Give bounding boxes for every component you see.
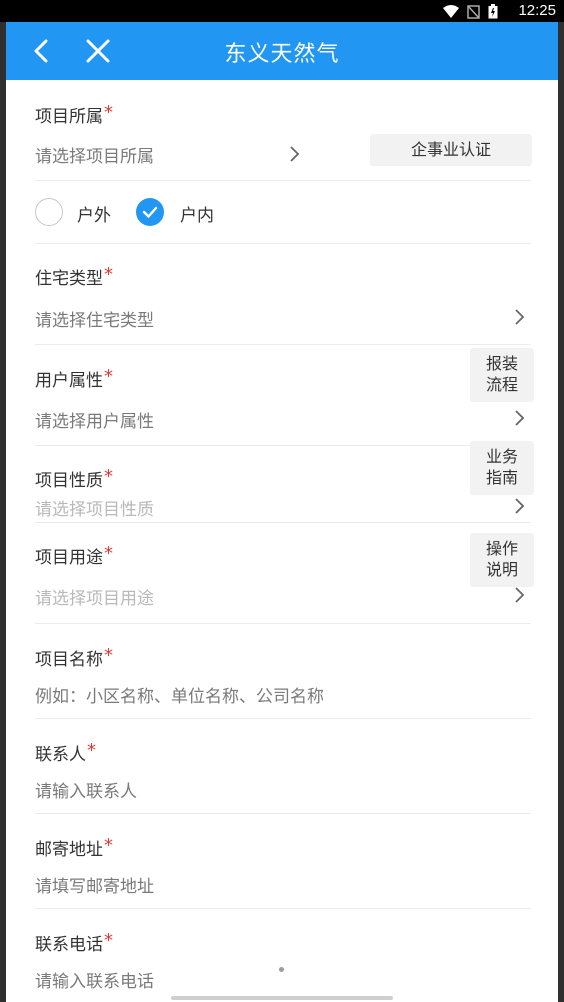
status-bar: 12:25	[0, 0, 564, 22]
home-indicator[interactable]	[171, 996, 393, 1000]
project-name-input[interactable]: 例如：小区名称、单位名称、公司名称	[35, 682, 531, 707]
radio-label-indoor: 户内	[180, 206, 214, 226]
project-belong-placeholder: 请选择项目所属	[35, 147, 154, 167]
phone-label: 联系电话*	[35, 930, 113, 955]
operation-guide-line2: 说明	[485, 560, 518, 579]
page-title: 东义天然气	[224, 42, 340, 67]
chevron-right-icon	[290, 146, 300, 162]
project-use-label: 项目用途*	[35, 543, 113, 568]
divider	[35, 718, 531, 719]
project-nature-select[interactable]: 请选择项目性质	[35, 495, 531, 520]
required-mark: *	[104, 264, 113, 285]
required-mark: *	[104, 366, 113, 387]
status-time: 12:25	[518, 2, 556, 19]
required-mark: *	[104, 645, 113, 666]
contact-input[interactable]: 请输入联系人	[35, 777, 531, 802]
divider	[35, 243, 531, 244]
business-guide-line1: 业务	[485, 447, 518, 466]
mail-address-placeholder: 请填写邮寄地址	[35, 877, 154, 897]
project-name-label: 项目名称*	[35, 645, 113, 670]
business-guide-button[interactable]: 业务 指南	[470, 441, 534, 495]
contact-label: 联系人*	[35, 740, 96, 765]
check-icon	[142, 206, 158, 218]
project-nature-label: 项目性质*	[35, 466, 113, 491]
chevron-right-icon	[515, 498, 525, 514]
install-process-line2: 流程	[485, 375, 518, 394]
house-type-select[interactable]: 请选择住宅类型	[35, 306, 531, 331]
divider	[35, 908, 531, 909]
chevron-right-icon	[515, 410, 525, 426]
project-name-placeholder: 例如：小区名称、单位名称、公司名称	[35, 687, 324, 707]
user-attr-placeholder: 请选择用户属性	[35, 412, 154, 432]
radio-indoor-checked[interactable]	[136, 198, 164, 226]
user-attr-label: 用户属性*	[35, 366, 113, 391]
required-mark: *	[104, 466, 113, 487]
project-belong-label: 项目所属*	[35, 102, 113, 127]
divider	[35, 344, 531, 345]
chevron-right-icon	[515, 587, 525, 603]
mail-address-label: 邮寄地址*	[35, 835, 113, 860]
required-mark: *	[87, 740, 96, 761]
status-icons	[443, 4, 498, 19]
required-mark: *	[104, 543, 113, 564]
house-type-placeholder: 请选择住宅类型	[35, 311, 154, 331]
battery-icon	[488, 4, 498, 19]
enterprise-cert-button[interactable]: 企事业认证	[370, 134, 532, 166]
project-use-placeholder: 请选择项目用途	[35, 589, 154, 609]
operation-guide-line1: 操作	[485, 539, 518, 558]
form-content: 项目所属* 请选择项目所属 企事业认证 户外 户内 住宅类型* 请选择住宅类型 …	[6, 80, 558, 1002]
contact-placeholder: 请输入联系人	[35, 782, 137, 802]
project-use-select[interactable]: 请选择项目用途	[35, 584, 531, 609]
scroll-indicator-dot	[279, 967, 284, 972]
user-attr-select[interactable]: 请选择用户属性	[35, 407, 531, 432]
project-nature-placeholder: 请选择项目性质	[35, 500, 154, 520]
app-bar: 东义天然气	[6, 22, 558, 80]
phone-placeholder: 请输入联系电话	[35, 972, 154, 992]
radio-outdoor[interactable]	[35, 198, 63, 226]
required-mark: *	[104, 930, 113, 951]
divider	[35, 623, 531, 624]
chevron-right-icon	[515, 309, 525, 325]
install-process-button[interactable]: 报装 流程	[470, 348, 534, 402]
radio-label-outdoor: 户外	[77, 206, 111, 226]
install-process-line1: 报装	[485, 354, 518, 373]
required-mark: *	[104, 835, 113, 856]
divider	[35, 813, 531, 814]
required-mark: *	[104, 102, 113, 123]
signal-off-icon	[467, 4, 480, 19]
house-type-label: 住宅类型*	[35, 264, 113, 289]
divider	[35, 180, 531, 181]
divider	[35, 522, 531, 523]
business-guide-line2: 指南	[485, 468, 518, 487]
wifi-icon	[443, 5, 459, 18]
mail-address-input[interactable]: 请填写邮寄地址	[35, 872, 531, 897]
divider	[35, 445, 531, 446]
operation-guide-button[interactable]: 操作 说明	[470, 533, 534, 587]
